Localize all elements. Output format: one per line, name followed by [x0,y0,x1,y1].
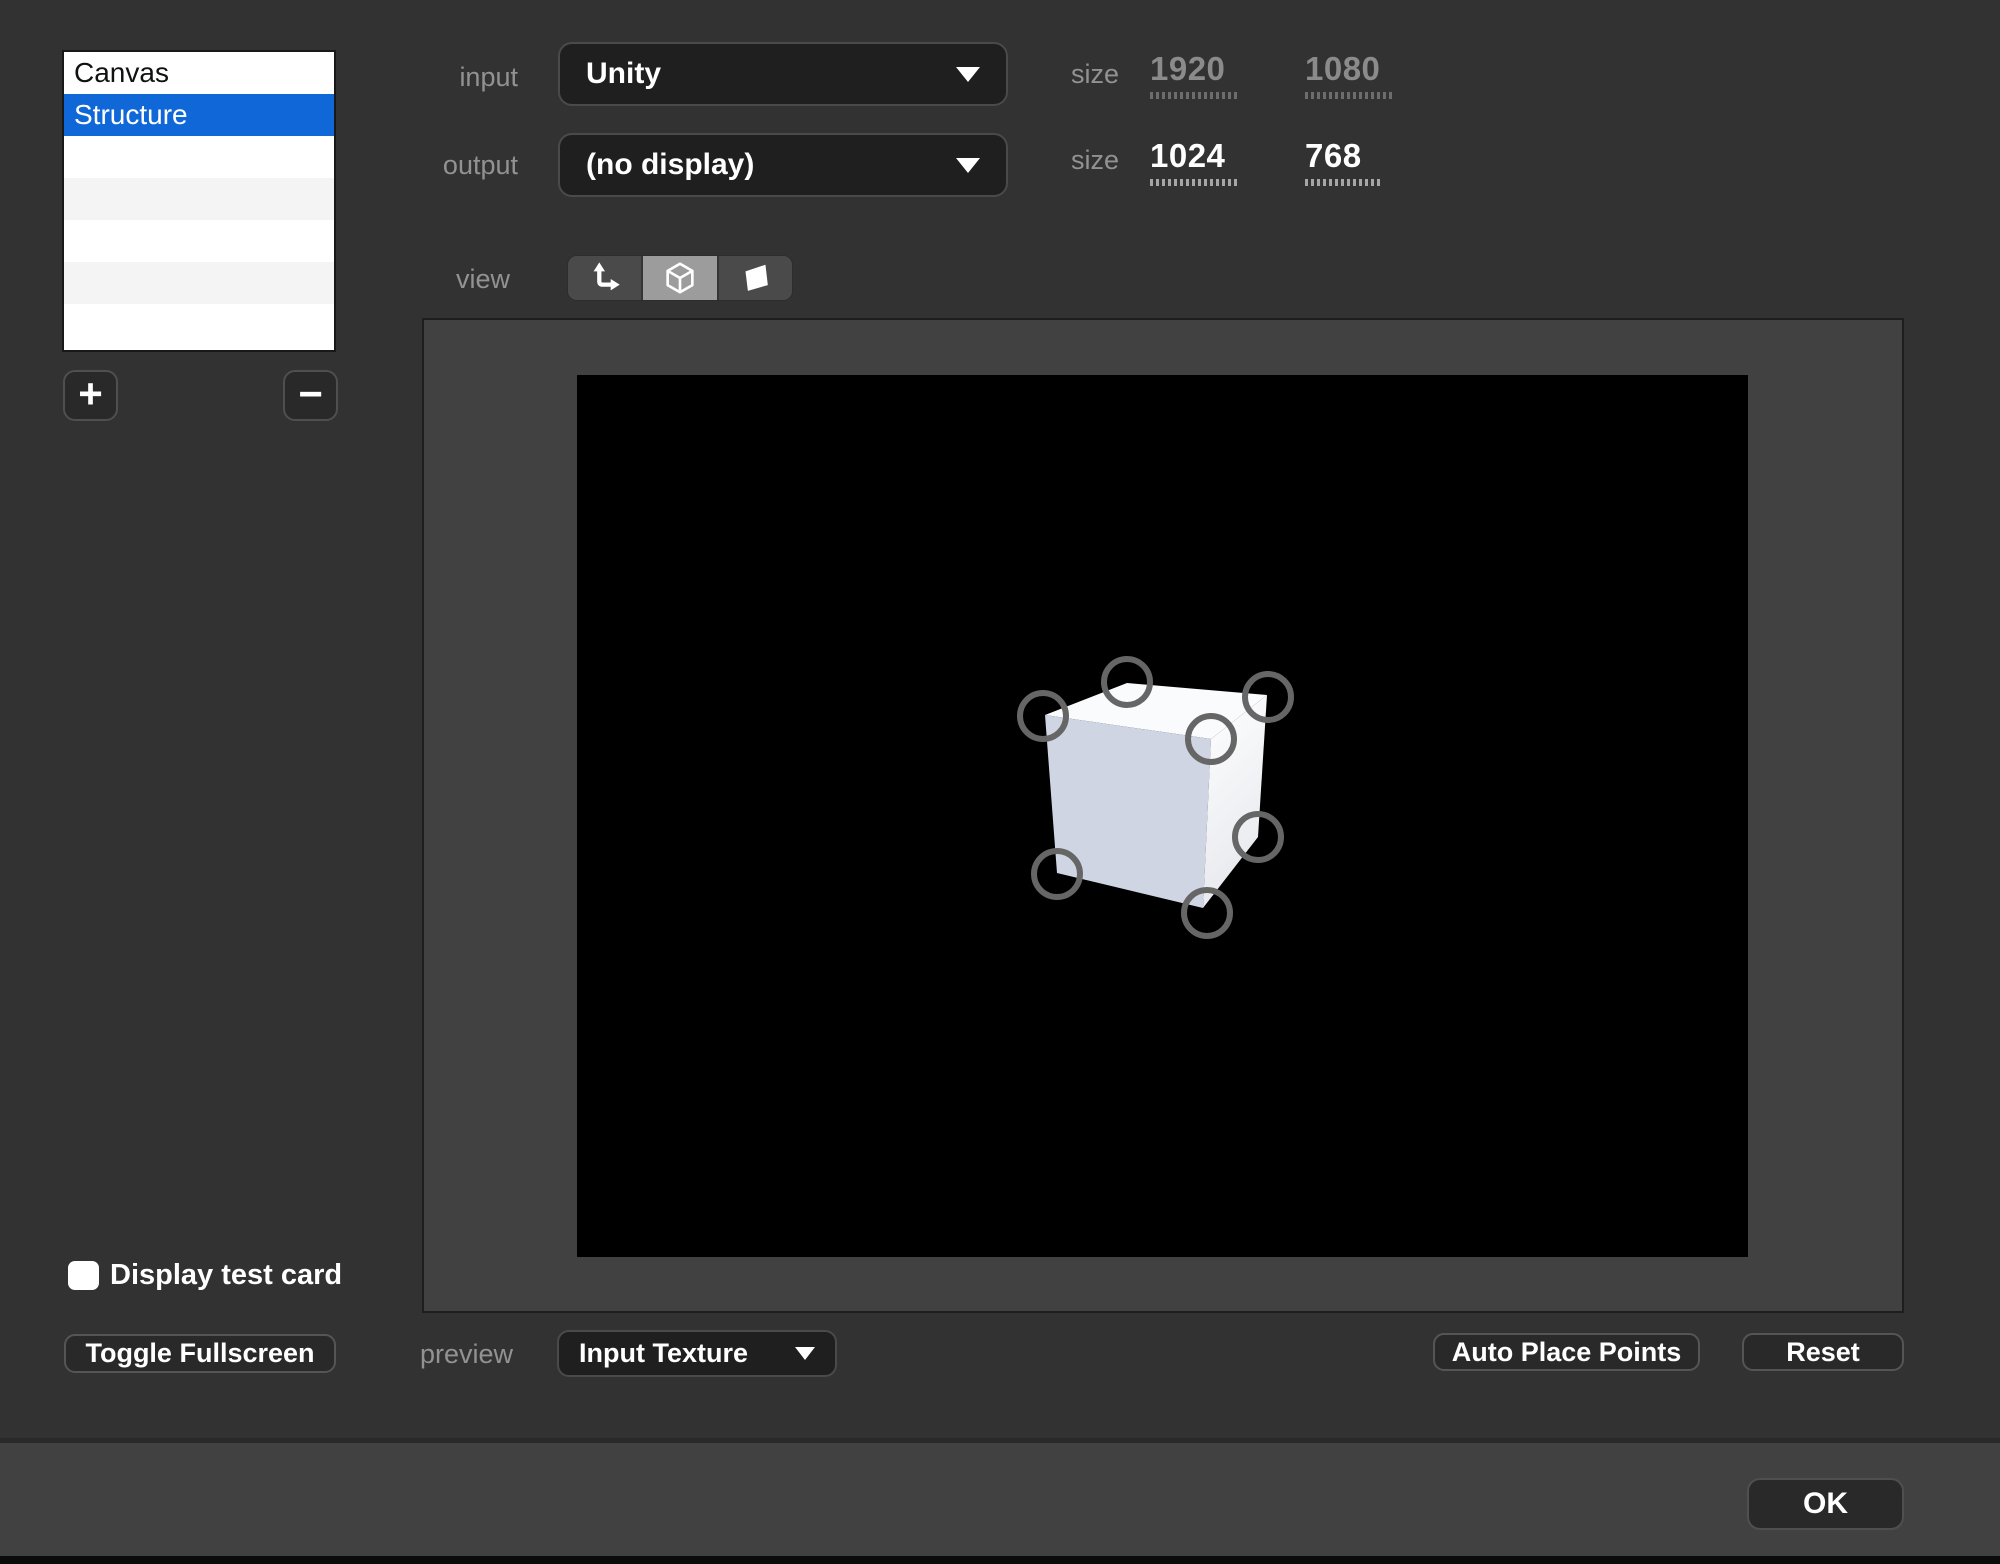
output-size-height-value[interactable]: 768 [1305,137,1380,175]
display-test-card-label: Display test card [110,1259,342,1292]
input-size-height-value[interactable]: 1080 [1305,50,1393,88]
auto-place-points-button[interactable]: Auto Place Points [1433,1333,1700,1371]
list-item-structure[interactable]: Structure [64,94,334,136]
view-mode-segmented-control[interactable] [567,255,793,301]
input-size-label: size [1053,59,1119,90]
input-size-width-drag-hatch[interactable] [1150,92,1240,99]
list-empty-row [64,136,334,178]
window-bottom-edge [0,1556,2000,1564]
output-size-height-drag-hatch[interactable] [1305,179,1380,186]
view-mode-cube-segment[interactable] [641,256,716,300]
preview-source-dropdown[interactable]: Input Texture [557,1330,837,1377]
output-size-height-field[interactable]: 768 [1305,137,1380,186]
view-mode-plane-segment[interactable] [717,256,792,300]
output-device-value: (no display) [586,148,956,182]
preview-canvas[interactable] [577,375,1748,1257]
list-empty-row [64,178,334,220]
list-empty-row [64,304,334,346]
caret-down-icon [956,158,980,173]
output-label: output [398,150,518,181]
display-test-card-checkbox[interactable] [68,1261,99,1290]
layers-list[interactable]: Canvas Structure [62,50,336,352]
preview-source-value: Input Texture [579,1338,795,1369]
output-device-dropdown[interactable]: (no display) [558,133,1008,197]
output-size-width-value[interactable]: 1024 [1150,137,1240,175]
input-label: input [398,62,518,93]
list-item-canvas[interactable]: Canvas [64,52,334,94]
view-label: view [390,264,510,295]
ok-button[interactable]: OK [1747,1478,1904,1530]
view-mode-move-segment[interactable] [568,256,641,300]
plane-icon [736,259,774,297]
list-empty-row [64,262,334,304]
input-device-value: Unity [586,57,956,91]
cube-icon [661,259,699,297]
input-size-width-value[interactable]: 1920 [1150,50,1240,88]
output-size-width-field[interactable]: 1024 [1150,137,1240,186]
cube-preview [577,375,1748,1257]
output-size-label: size [1053,145,1119,176]
output-size-width-drag-hatch[interactable] [1150,179,1240,186]
input-device-dropdown[interactable]: Unity [558,42,1008,106]
input-size-height-field[interactable]: 1080 [1305,50,1393,99]
input-size-height-drag-hatch[interactable] [1305,92,1393,99]
input-size-width-field[interactable]: 1920 [1150,50,1240,99]
remove-layer-button[interactable]: − [283,370,338,421]
add-layer-button[interactable]: + [63,370,118,421]
caret-down-icon [956,67,980,82]
dialog-footer [0,1438,2000,1556]
preview-frame [422,318,1904,1313]
toggle-fullscreen-button[interactable]: Toggle Fullscreen [64,1334,336,1373]
reset-button[interactable]: Reset [1742,1333,1904,1371]
preview-label: preview [393,1339,513,1370]
list-empty-row [64,220,334,262]
move-arrow-icon [586,259,624,297]
caret-down-icon [795,1347,815,1360]
